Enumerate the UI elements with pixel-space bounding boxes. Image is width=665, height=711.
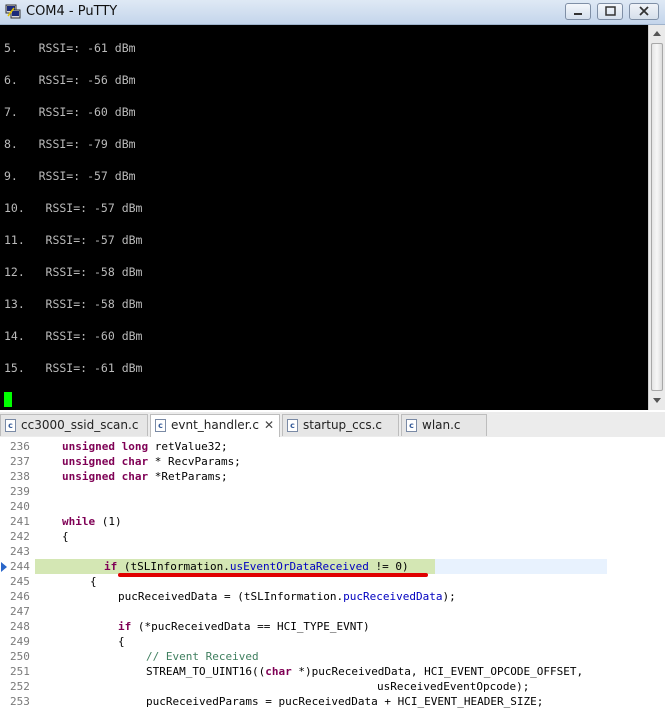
- code-text: );: [442, 590, 456, 603]
- code-line: usReceivedEventOpcode);: [377, 680, 530, 693]
- code-line: if (tSLInformation.usEventOrDataReceived…: [104, 560, 409, 573]
- line-number: 245: [10, 575, 30, 588]
- terminal-scrollbar[interactable]: [648, 25, 665, 410]
- close-button[interactable]: [629, 3, 659, 20]
- code-line: unsigned long retValue32;: [62, 440, 228, 453]
- code-text: != 0): [368, 560, 409, 573]
- tab-label: cc3000_ssid_scan.c: [21, 418, 139, 432]
- terminal-line: 8. RSSI=: -79 dBm: [4, 137, 136, 151]
- terminal-line: 14. RSSI=: -60 dBm: [4, 329, 143, 343]
- red-underline-annotation: [118, 573, 428, 577]
- code-line: STREAM_TO_UINT16((char *)pucReceivedData…: [146, 665, 583, 678]
- instruction-pointer-icon: [1, 562, 7, 572]
- c-file-icon: c: [406, 419, 417, 432]
- line-number: 236: [10, 440, 30, 453]
- code-text: STREAM_TO_UINT16((: [146, 665, 266, 678]
- tab-startup-ccs[interactable]: c startup_ccs.c: [282, 414, 399, 436]
- scroll-up-arrow-icon[interactable]: [650, 26, 664, 41]
- code-text: * RecvParams;: [148, 455, 241, 468]
- tab-label: startup_ccs.c: [303, 418, 383, 432]
- code-text: *)pucReceivedData, HCI_EVENT_OPCODE_OFFS…: [291, 665, 584, 678]
- code-line: unsigned char *RetParams;: [62, 470, 228, 483]
- c-file-icon: c: [5, 419, 16, 432]
- code-editor[interactable]: 236 237 238 239 240 241 242 243 244 245 …: [0, 437, 665, 711]
- tab-close-icon[interactable]: ✕: [264, 418, 274, 432]
- code-line: {: [90, 575, 97, 588]
- minimize-icon: [574, 13, 582, 15]
- code-text: retValue32;: [148, 440, 228, 453]
- line-number: 246: [10, 590, 30, 603]
- tab-label: wlan.c: [422, 418, 461, 432]
- tab-wlan[interactable]: c wlan.c: [401, 414, 487, 436]
- putty-app-icon: [5, 4, 21, 19]
- editor-tab-bar: c cc3000_ssid_scan.c c evnt_handler.c ✕ …: [0, 412, 665, 438]
- keyword: while: [62, 515, 96, 528]
- line-number: 249: [10, 635, 30, 648]
- line-number: 237: [10, 455, 30, 468]
- terminal-line: 13. RSSI=: -58 dBm: [4, 297, 143, 311]
- line-number: 252: [10, 680, 30, 693]
- tab-cc3000-ssid-scan[interactable]: c cc3000_ssid_scan.c: [0, 414, 148, 436]
- line-number: 244: [10, 560, 30, 573]
- terminal-line: 10. RSSI=: -57 dBm: [4, 201, 143, 215]
- code-comment: // Event Received: [146, 650, 259, 663]
- line-number: 253: [10, 695, 30, 708]
- scroll-down-arrow-icon[interactable]: [650, 393, 664, 408]
- line-number: 251: [10, 665, 30, 678]
- code-line: while (1): [62, 515, 122, 528]
- code-text: (*pucReceivedData == HCI_TYPE_EVNT): [131, 620, 370, 633]
- code-line: {: [118, 635, 125, 648]
- line-number: 239: [10, 485, 30, 498]
- maximize-button[interactable]: [597, 3, 623, 20]
- terminal-cursor: [4, 392, 12, 407]
- line-number: 241: [10, 515, 30, 528]
- terminal-line: 5. RSSI=: -61 dBm: [4, 41, 136, 55]
- terminal-line: 15. RSSI=: -61 dBm: [4, 361, 143, 375]
- close-icon: [639, 6, 649, 16]
- tab-label: evnt_handler.c: [171, 418, 259, 432]
- keyword: char: [265, 665, 292, 678]
- keyword: unsigned char: [62, 455, 149, 468]
- terminal-line: 7. RSSI=: -60 dBm: [4, 105, 136, 119]
- field-name: usEventOrDataReceived: [229, 560, 369, 573]
- keyword: unsigned char: [62, 470, 149, 483]
- c-file-icon: c: [287, 419, 298, 432]
- code-text: (tSLInformation.: [117, 560, 230, 573]
- code-line: pucReceivedData = (tSLInformation.pucRec…: [118, 590, 456, 603]
- terminal-line: 12. RSSI=: -58 dBm: [4, 265, 143, 279]
- line-number: 247: [10, 605, 30, 618]
- line-number: 238: [10, 470, 30, 483]
- tab-evnt-handler[interactable]: c evnt_handler.c ✕: [150, 414, 280, 438]
- line-number: 242: [10, 530, 30, 543]
- code-line: unsigned char * RecvParams;: [62, 455, 241, 468]
- line-number: 243: [10, 545, 30, 558]
- c-file-icon: c: [155, 419, 166, 432]
- line-number: 240: [10, 500, 30, 513]
- terminal-line: 11. RSSI=: -57 dBm: [4, 233, 143, 247]
- window-title: COM4 - PuTTY: [26, 4, 118, 19]
- minimize-button[interactable]: [565, 3, 591, 20]
- terminal-output[interactable]: 5. RSSI=: -61 dBm 6. RSSI=: -56 dBm 7. R…: [0, 25, 648, 410]
- keyword: if: [118, 620, 132, 633]
- code-text: pucReceivedData = (tSLInformation.: [118, 590, 344, 603]
- line-number: 250: [10, 650, 30, 663]
- terminal-line: 9. RSSI=: -57 dBm: [4, 169, 136, 183]
- code-line: {: [62, 530, 69, 543]
- code-line: if (*pucReceivedData == HCI_TYPE_EVNT): [118, 620, 370, 633]
- code-line: pucReceivedParams = pucReceivedData + HC…: [146, 695, 544, 708]
- code-text: (1): [95, 515, 122, 528]
- terminal-line: 6. RSSI=: -56 dBm: [4, 73, 136, 87]
- keyword: if: [104, 560, 118, 573]
- title-bar: COM4 - PuTTY: [0, 0, 665, 25]
- field-name: pucReceivedData: [343, 590, 443, 603]
- keyword: unsigned long: [62, 440, 149, 453]
- maximize-icon: [605, 6, 616, 16]
- code-text: *RetParams;: [148, 470, 228, 483]
- scrollbar-thumb[interactable]: [651, 43, 663, 391]
- line-number: 248: [10, 620, 30, 633]
